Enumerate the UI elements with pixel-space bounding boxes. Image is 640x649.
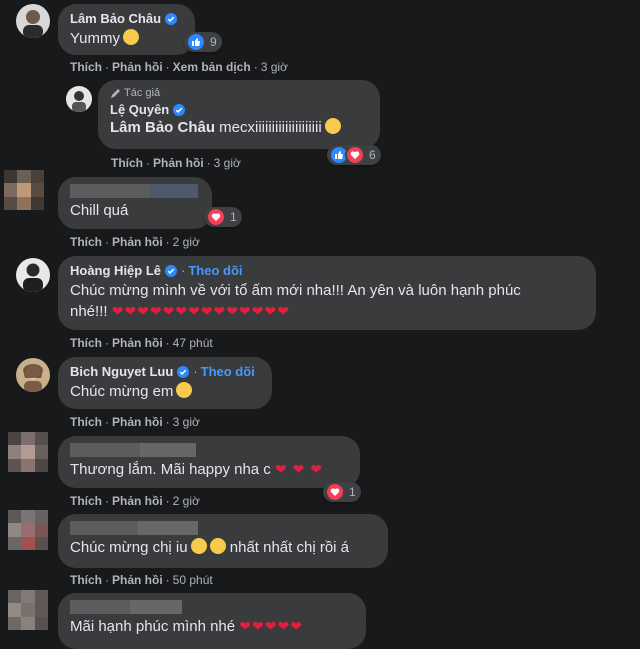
comment-bubble: Chúc mừng chị iu nhất nhất chị rồi á [58,514,388,568]
comment-text: Mãi hạnh phúc mình nhé ❤❤❤❤❤ [70,618,303,635]
comment-bubble: Bich Nguyet Luu · Theo dõi Chúc mừng em [58,357,272,409]
reaction-count: 1 [349,485,356,499]
star-eyes-emoji-icon [190,538,207,554]
comment-bubble: Mãi hạnh phúc mình nhé ❤❤❤❤❤ [58,593,366,649]
blurred-author-name[interactable] [70,443,348,457]
like-button[interactable]: Thích [70,573,102,587]
comment-text: Chill quá [70,202,129,219]
timestamp[interactable]: 3 giờ [261,60,288,74]
comment-actions: Thích · Phản hồi · Xem bản dịch · 3 giờ [70,60,288,74]
comment-text: Thương lắm. Mãi happy nha c ❤ ❤ ❤ [70,461,323,478]
reaction-count: 9 [210,35,217,49]
comment-actions: Thích · Phản hồi · 2 giờ [70,235,200,249]
reply-button[interactable]: Phản hồi [112,573,163,587]
timestamp[interactable]: 2 giờ [173,235,200,249]
like-icon [186,32,206,52]
reply-button[interactable]: Phản hồi [112,415,163,429]
like-button[interactable]: Thích [70,336,102,350]
verified-icon [165,12,178,25]
comment-bubble: Hoàng Hiệp Lê · Theo dõi Chúc mừng mình … [58,256,596,330]
timestamp[interactable]: 3 giờ [173,415,200,429]
translate-button[interactable]: Xem bản dịch [173,60,251,74]
star-eyes-emoji-icon [209,538,226,554]
avatar[interactable] [8,510,48,550]
reply-button[interactable]: Phản hồi [112,235,163,249]
verified-icon [177,365,190,378]
reply-button[interactable]: Phản hồi [112,494,163,508]
follow-button[interactable]: Theo dõi [188,263,242,278]
comment-text: Lâm Bảo Châu mecxiiiiiiiiiiiiiiiiiiii [110,117,368,138]
avatar[interactable] [8,432,48,472]
avatar[interactable] [16,258,50,292]
timestamp[interactable]: 47 phút [173,336,213,350]
author-name[interactable]: Lệ Quyên [110,102,368,117]
comment-actions: Thích · Phản hồi · 50 phút [70,573,213,587]
author-name[interactable]: Lâm Bảo Châu [70,11,183,26]
timestamp[interactable]: 50 phút [173,573,213,587]
blurred-author-name[interactable] [70,521,376,535]
comment-bubble: Lâm Bảo Châu Yummy [58,4,195,55]
comment-bubble: Chill quá [58,177,212,229]
comment-text: Chúc mừng chị iu nhất nhất chị rồi á [70,538,350,556]
avatar[interactable] [16,358,50,392]
author-name[interactable]: Hoàng Hiệp Lê · Theo dõi [70,263,584,278]
reply-button[interactable]: Phản hồi [112,336,163,350]
reply-button[interactable]: Phản hồi [153,156,204,170]
love-icon [206,207,226,227]
like-button[interactable]: Thích [70,235,102,249]
timestamp[interactable]: 2 giờ [173,494,200,508]
hearts-emoji: ❤❤❤❤❤❤❤❤❤❤❤❤❤❤ [111,303,290,319]
hearts-emoji: ❤ ❤ ❤ [274,461,323,477]
comment-bubble: Thương lắm. Mãi happy nha c ❤ ❤ ❤ [58,436,360,488]
timestamp[interactable]: 3 giờ [214,156,241,170]
author-name[interactable]: Bich Nguyet Luu · Theo dõi [70,364,260,379]
reply-button[interactable]: Phản hồi [112,60,163,74]
smiling-hearts-emoji-icon [324,118,341,134]
comment-text: Yummy [70,28,183,49]
reaction-summary[interactable]: 1 [204,207,242,227]
like-button[interactable]: Thích [70,60,102,74]
follow-button[interactable]: Theo dõi [201,364,255,379]
reaction-summary[interactable]: 6 [327,145,381,165]
comment-text: Chúc mừng mình về với tổ ấm mới nha!!! A… [70,282,521,320]
blurred-author-name[interactable] [70,184,200,198]
comment-bubble: Tác giả Lệ Quyên Lâm Bảo Châu mecxiiiiii… [98,80,380,149]
comment-actions: Thích · Phản hồi · 2 giờ [70,494,200,508]
author-tag: Tác giả [110,87,368,99]
like-button[interactable]: Thích [70,494,102,508]
reaction-count: 6 [369,148,376,162]
reaction-summary[interactable]: 1 [323,482,361,502]
comment-actions: Thích · Phản hồi · 3 giờ [111,156,241,170]
verified-icon [165,264,178,277]
avatar[interactable] [66,86,92,112]
comment-text: Chúc mừng em [70,381,260,402]
love-icon [325,482,345,502]
comment-actions: Thích · Phản hồi · 47 phút [70,336,213,350]
blurred-author-name[interactable] [70,600,354,614]
pencil-icon [111,88,120,98]
smiling-hearts-emoji-icon [176,382,193,398]
love-icon [345,145,365,165]
tongue-emoji-icon [123,29,140,45]
reaction-summary[interactable]: 9 [184,32,222,52]
reaction-count: 1 [230,210,237,224]
avatar[interactable] [4,170,44,210]
like-button[interactable]: Thích [111,156,143,170]
mention-link[interactable]: Lâm Bảo Châu [110,119,215,136]
avatar[interactable] [8,590,48,630]
avatar[interactable] [16,4,50,38]
verified-icon [173,103,186,116]
like-button[interactable]: Thích [70,415,102,429]
comment-actions: Thích · Phản hồi · 3 giờ [70,415,200,429]
hearts-emoji: ❤❤❤❤❤ [239,618,303,634]
